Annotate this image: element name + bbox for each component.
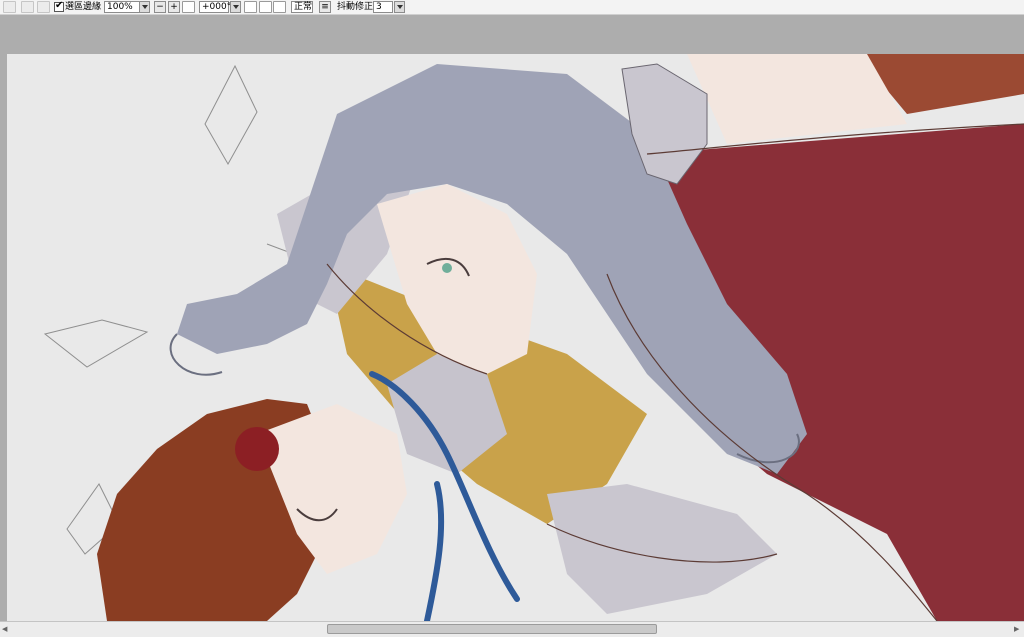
deselect-icon[interactable] bbox=[37, 1, 50, 13]
scrollbar-thumb[interactable] bbox=[327, 624, 657, 634]
artwork bbox=[7, 54, 1024, 621]
blend-mode-select[interactable]: 正常 bbox=[291, 1, 313, 13]
drawing-canvas[interactable] bbox=[7, 54, 1024, 621]
zoom-dropdown-icon[interactable] bbox=[139, 1, 150, 13]
rotate-cw-icon[interactable] bbox=[259, 1, 272, 13]
scroll-left-icon[interactable]: ◀ bbox=[2, 624, 10, 634]
eye-iris-upper bbox=[442, 263, 452, 273]
rotation-dropdown-icon[interactable] bbox=[230, 1, 241, 13]
redo-icon[interactable] bbox=[21, 1, 34, 13]
zoom-input[interactable]: 100% bbox=[104, 1, 142, 13]
stabilizer-label: 抖動修正 bbox=[337, 2, 374, 12]
zoom-out-button[interactable]: − bbox=[154, 1, 166, 13]
canvas-viewport[interactable] bbox=[0, 16, 1024, 621]
undo-icon[interactable] bbox=[3, 1, 16, 13]
selection-edge-label: 選區邊緣 bbox=[65, 2, 102, 12]
selection-edge-checkbox[interactable]: ✔ bbox=[54, 0, 64, 12]
red-ornament bbox=[235, 427, 279, 471]
stabilizer-dropdown-icon[interactable] bbox=[394, 1, 405, 13]
rotation-input[interactable]: +000° bbox=[199, 1, 231, 13]
rotate-ccw-icon[interactable] bbox=[244, 1, 257, 13]
zoom-in-button[interactable]: + bbox=[168, 1, 180, 13]
horizontal-scrollbar[interactable]: ◀ ▶ bbox=[0, 621, 1024, 637]
stabilizer-input[interactable]: 3 bbox=[373, 1, 393, 13]
tool-options-bar: ✔ 選區邊緣 100% − + +000° 正常 ≡ 抖動修正 3 bbox=[0, 0, 1024, 15]
zoom-reset-icon[interactable] bbox=[182, 1, 195, 13]
rotate-reset-icon[interactable] bbox=[273, 1, 286, 13]
scroll-right-icon[interactable]: ▶ bbox=[1014, 624, 1022, 634]
stabilizer-toggle-icon[interactable]: ≡ bbox=[319, 1, 331, 13]
